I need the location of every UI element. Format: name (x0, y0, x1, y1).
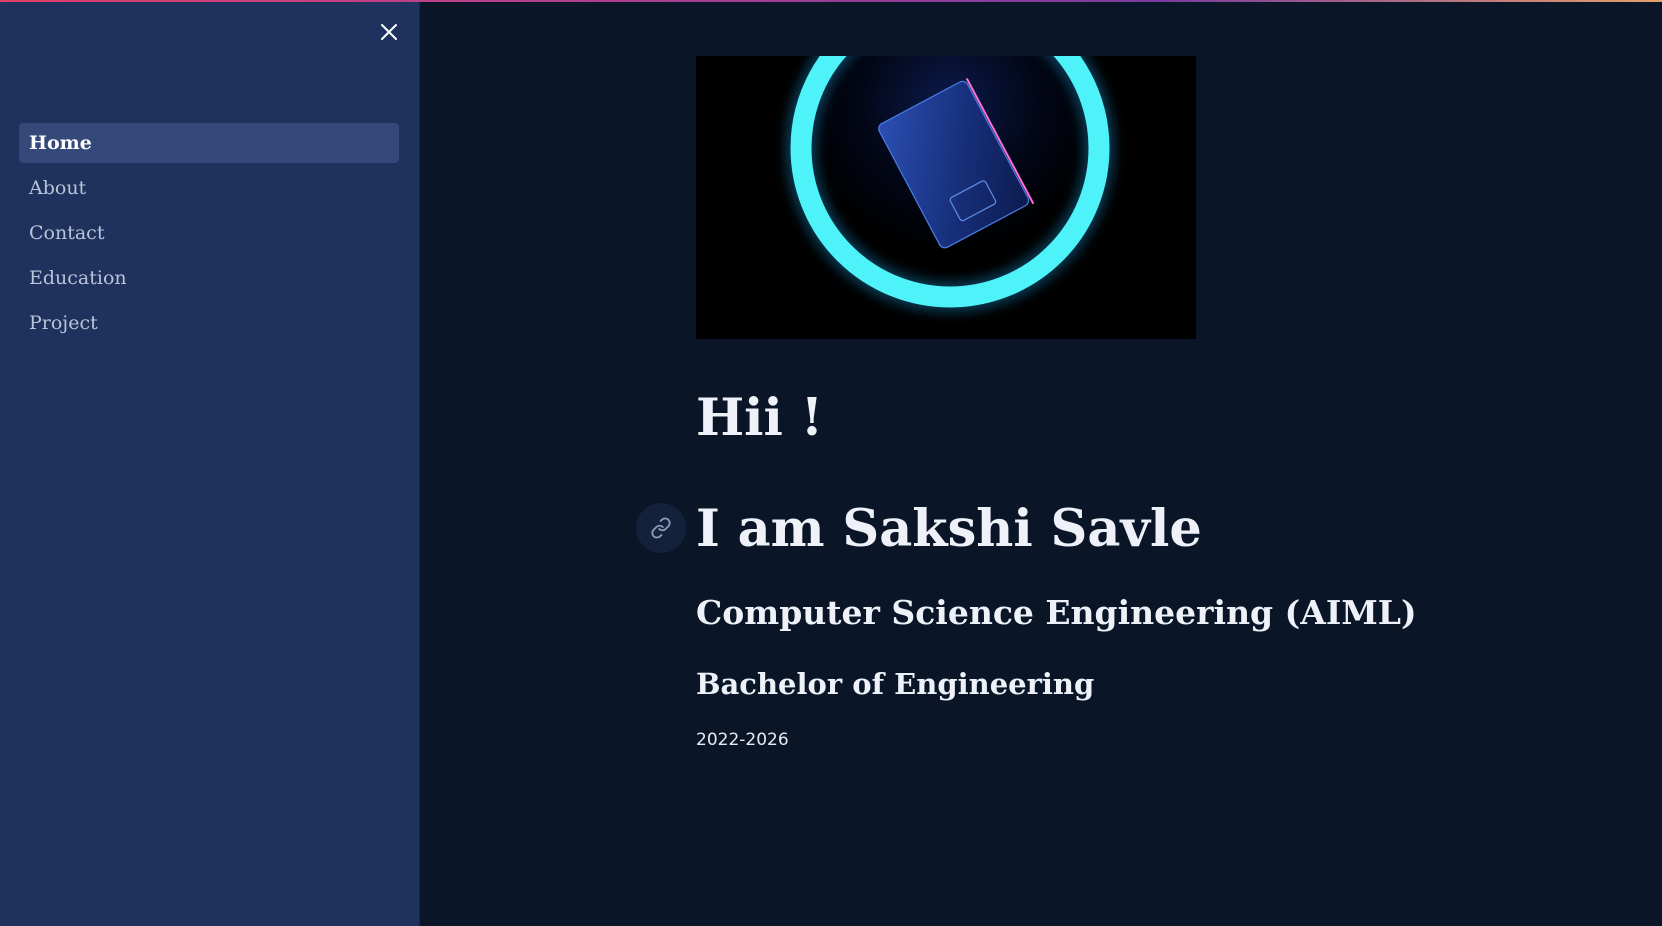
main-content: Hii ! I am Sakshi Savle Computer Science… (420, 0, 1662, 926)
sidebar-item-project[interactable]: Project (19, 303, 399, 343)
heading-anchor-link[interactable] (636, 503, 686, 553)
greeting-heading: Hii ! (696, 388, 824, 448)
sidebar-item-label: Contact (29, 222, 105, 244)
close-icon (381, 24, 397, 40)
sidebar-item-label: Home (29, 132, 92, 154)
sidebar-item-about[interactable]: About (19, 168, 399, 208)
sidebar: Home About Contact Education Project (0, 0, 420, 926)
field-of-study-heading: Computer Science Engineering (AIML) (696, 593, 1417, 632)
program-heading: Bachelor of Engineering (696, 667, 1095, 701)
sidebar-nav: Home About Contact Education Project (19, 123, 399, 348)
app-window: Home About Contact Education Project Hii… (0, 0, 1662, 926)
sidebar-item-education[interactable]: Education (19, 258, 399, 298)
sidebar-item-label: Education (29, 267, 127, 289)
sidebar-item-label: Project (29, 312, 98, 334)
sidebar-item-home[interactable]: Home (19, 123, 399, 163)
study-years-text: 2022-2026 (696, 730, 789, 750)
hero-image (696, 56, 1196, 339)
top-accent-bar (0, 0, 1662, 2)
link-icon (651, 517, 671, 539)
sidebar-item-label: About (29, 177, 87, 199)
close-sidebar-button[interactable] (373, 16, 405, 48)
name-heading: I am Sakshi Savle (696, 499, 1202, 559)
sidebar-item-contact[interactable]: Contact (19, 213, 399, 253)
